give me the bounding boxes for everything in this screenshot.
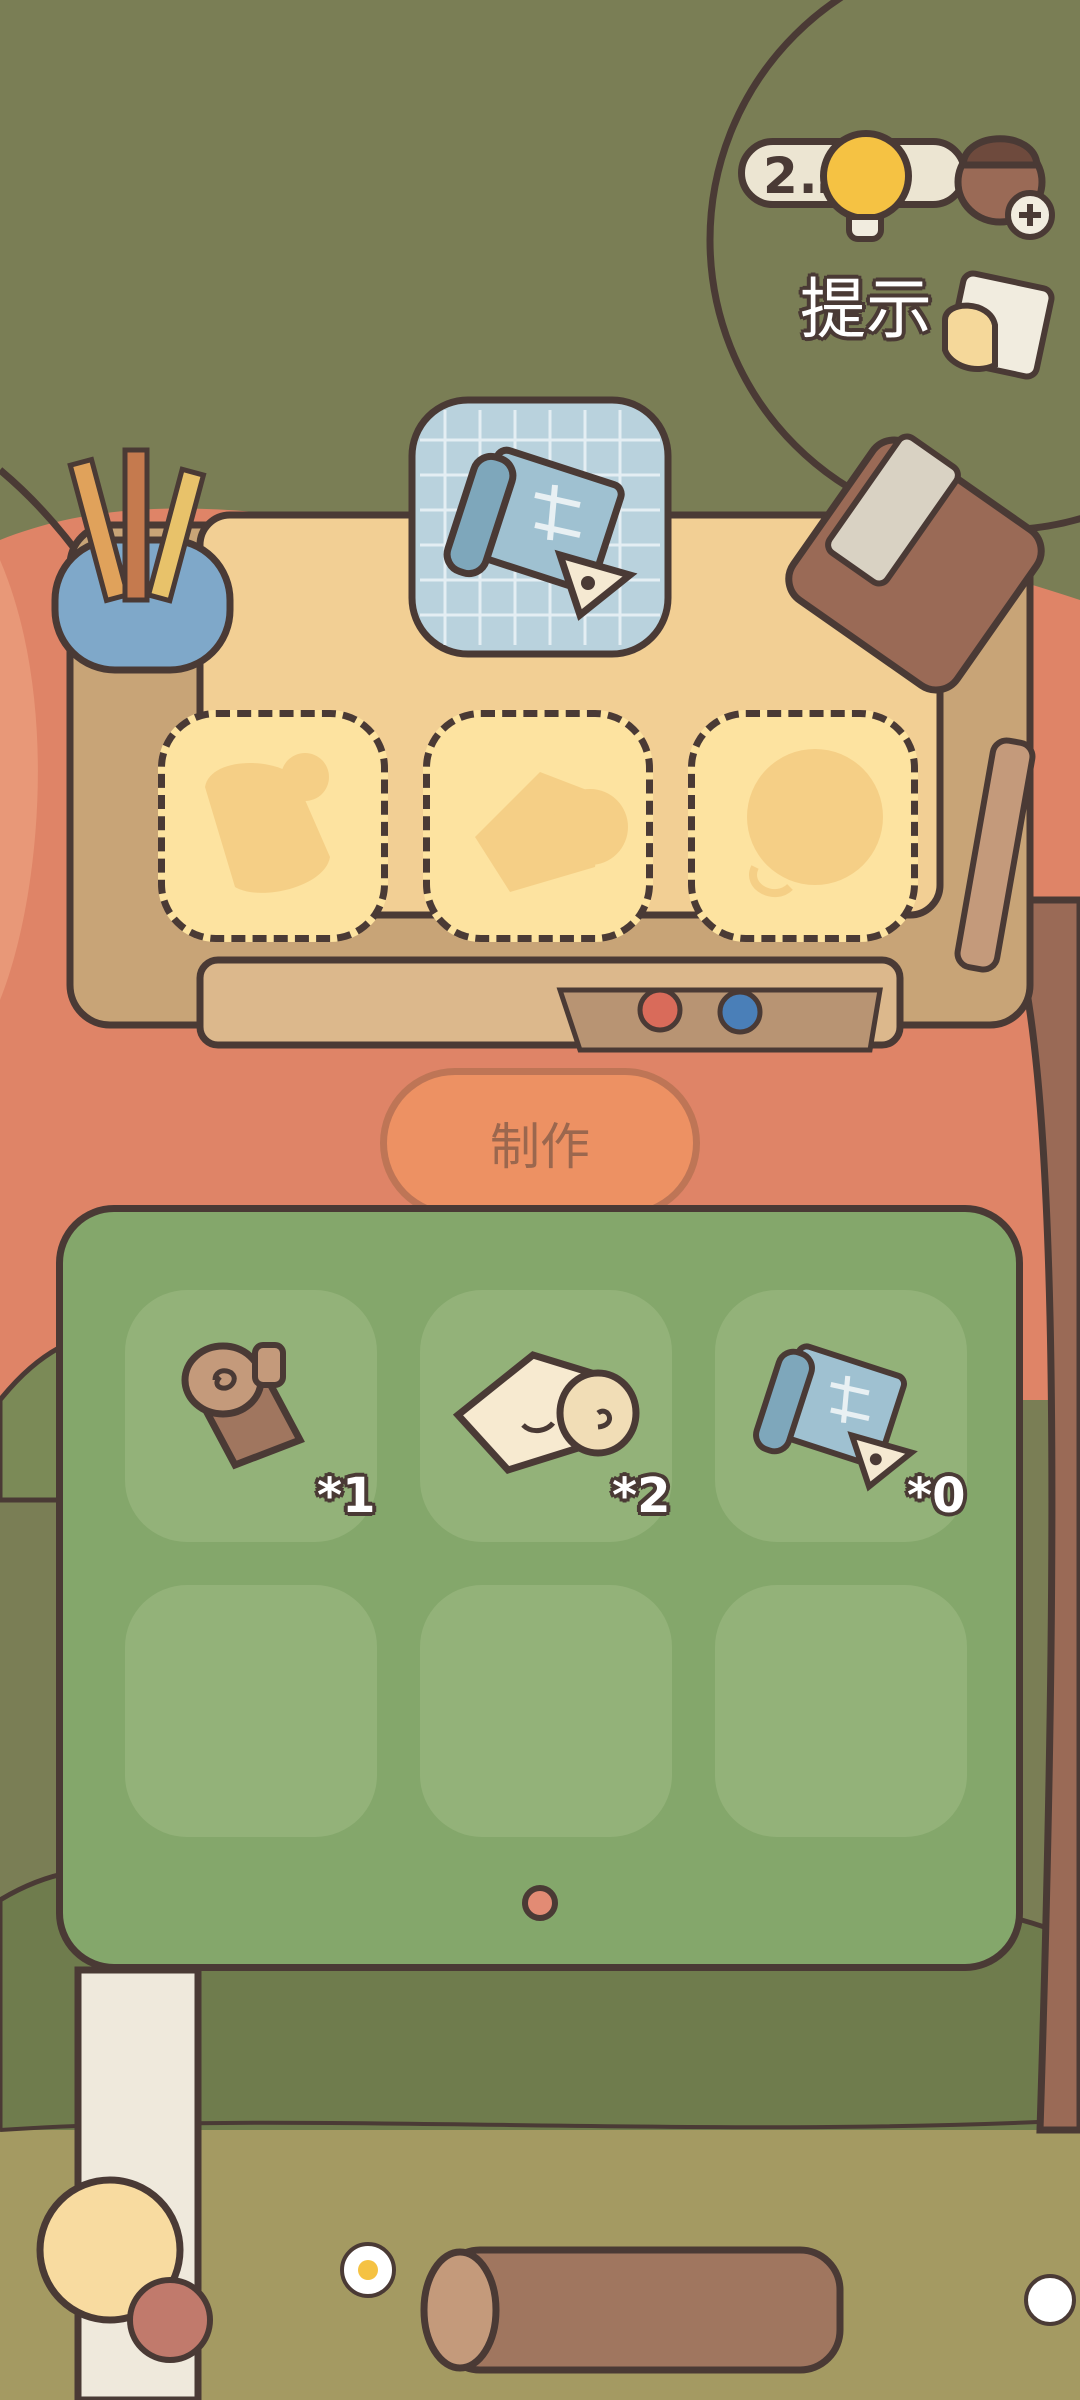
recipe-target-blueprint-icon[interactable] [440,425,640,625]
page-indicator-dot[interactable] [522,1885,558,1921]
inventory-cell-2[interactable]: *2 [420,1290,672,1542]
wood-log-icon [181,1342,305,1470]
cloth-roll-icon [452,1351,640,1475]
make-button[interactable]: 制作 [380,1068,700,1218]
ingredient-slot-1[interactable] [158,710,388,942]
inventory-cell-6[interactable] [715,1585,967,1837]
blueprint-silhouette-icon [747,749,883,897]
ingredient-slot-2[interactable] [423,710,653,942]
cloth-roll-silhouette-icon [475,772,628,892]
inventory-cell-5[interactable] [420,1585,672,1837]
hint-label[interactable]: 提示 [800,256,932,352]
inventory-cell-4[interactable] [125,1585,377,1837]
inventory-panel: *1 *2 *0 [56,1205,1023,1971]
inventory-cell-1[interactable]: *1 [125,1290,377,1542]
wood-log-silhouette-icon [205,753,330,893]
acorn-add-icon[interactable] [945,110,1060,240]
item-count: *0 [907,1468,966,1524]
item-count: *1 [317,1468,376,1524]
inventory-cell-3[interactable]: *0 [715,1290,967,1542]
lightbulb-icon [820,130,912,222]
blueprint-scroll-icon [753,1343,918,1492]
lightbulb-base [846,214,884,242]
ingredient-slot-3[interactable] [688,710,918,942]
item-count: *2 [612,1468,671,1524]
hint-hand-icon[interactable] [935,270,1055,385]
